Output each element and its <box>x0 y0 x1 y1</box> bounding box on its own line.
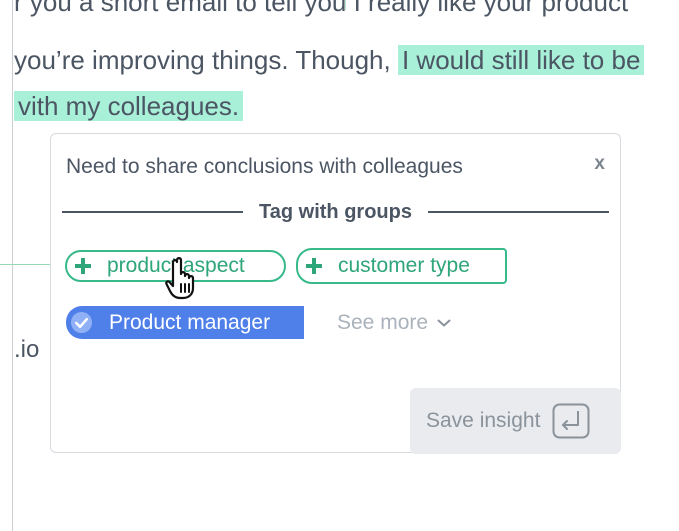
document-side-text: .io <box>14 336 40 363</box>
chevron-down-icon <box>437 319 451 327</box>
enter-key-icon <box>552 403 590 439</box>
insight-editor-page: r you a short email to tell you I really… <box>0 0 679 531</box>
section-divider: Tag with groups <box>62 200 610 224</box>
close-button[interactable]: x <box>594 153 605 175</box>
highlighted-text[interactable]: vith my colleagues. <box>14 91 244 121</box>
save-insight-button[interactable]: Save insight <box>410 388 621 454</box>
plus-icon <box>306 258 322 274</box>
document-line-text: you’re improving things. Though, <box>14 45 398 75</box>
document-text-line: r you a short email to tell you I really… <box>14 0 628 18</box>
plus-icon <box>75 258 91 274</box>
divider-rule <box>427 211 610 213</box>
insight-title[interactable]: Need to share conclusions with colleague… <box>66 155 463 179</box>
section-label: Tag with groups <box>259 200 412 223</box>
document-line-text: r you a short email to tell you I really… <box>14 0 629 17</box>
tag-product-aspect[interactable]: product aspect <box>65 250 286 282</box>
see-more-button[interactable]: See more <box>337 311 451 335</box>
document-text-line: vith my colleagues. <box>14 90 244 122</box>
divider-rule <box>62 211 244 213</box>
document-left-border <box>12 0 13 531</box>
insight-card: Need to share conclusions with colleague… <box>50 133 621 454</box>
tag-label: Product manager <box>109 310 271 334</box>
highlighted-text[interactable]: I would still like to be <box>397 45 645 75</box>
document-text-line: you’re improving things. Though, I would… <box>14 44 645 76</box>
tag-product-manager-selected[interactable]: Product manager <box>66 306 304 339</box>
tag-customer-type[interactable]: customer type <box>296 248 507 284</box>
tag-label: product aspect <box>107 254 245 277</box>
see-more-label: See more <box>337 311 429 334</box>
tag-label: customer type <box>338 254 470 277</box>
save-insight-label: Save insight <box>426 409 541 432</box>
check-circle-icon <box>70 311 93 334</box>
